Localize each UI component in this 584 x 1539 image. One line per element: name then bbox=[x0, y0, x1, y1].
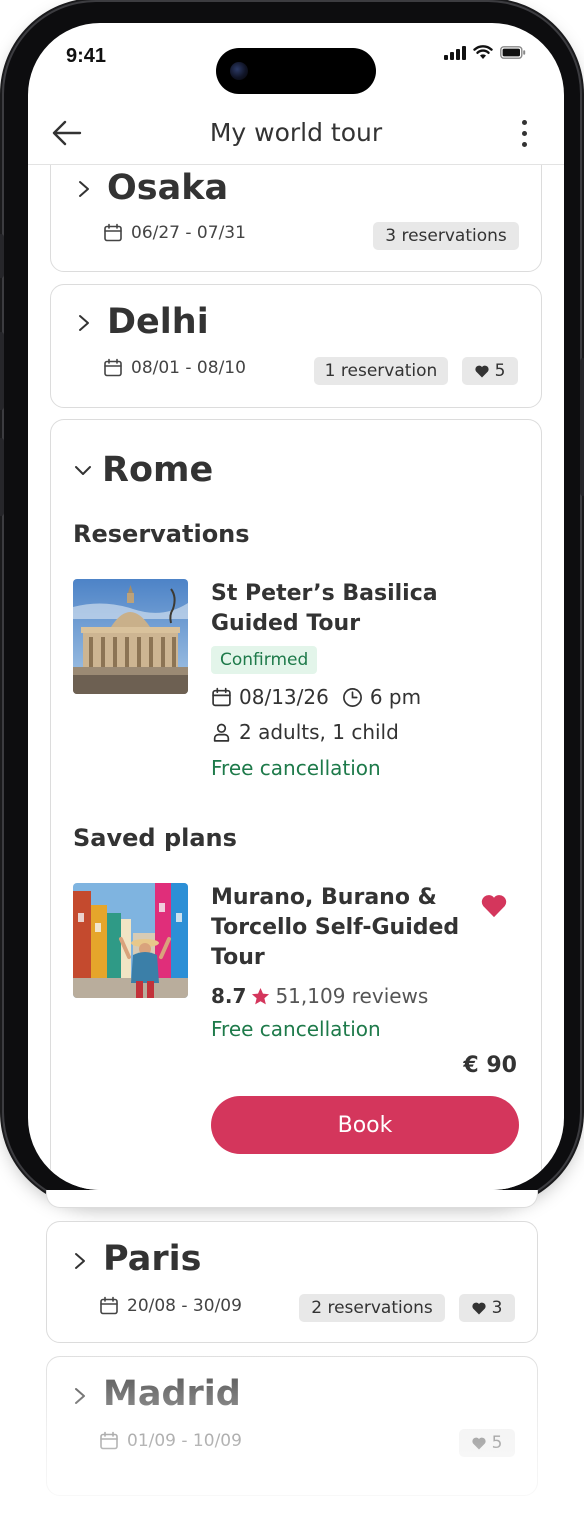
saved-badge: 5 bbox=[462, 357, 518, 385]
city-card-madrid[interactable]: Madrid 01/09 - 10/09 5 bbox=[46, 1356, 538, 1496]
saved-plans-heading: Saved plans bbox=[73, 824, 237, 852]
reservation-time: 6 pm bbox=[369, 685, 422, 709]
city-name[interactable]: Rome bbox=[102, 450, 213, 490]
side-button-volume-down bbox=[0, 438, 4, 516]
dates-text: 08/01 - 08/10 bbox=[131, 358, 246, 378]
city-name: Osaka bbox=[107, 168, 229, 208]
saved-count: 3 bbox=[491, 1298, 503, 1318]
reservation-guests: 2 adults, 1 child bbox=[211, 720, 399, 744]
reservation-title-line2: Guided Tour bbox=[211, 611, 361, 636]
reservations-count: 1 reservation bbox=[324, 361, 438, 381]
city-dates: 06/27 - 07/31 bbox=[103, 223, 246, 243]
app-header: My world tour bbox=[28, 101, 564, 165]
side-button-volume-up bbox=[0, 332, 4, 410]
more-options-button[interactable] bbox=[514, 115, 534, 151]
star-icon bbox=[252, 987, 270, 1004]
reservations-count: 3 reservations bbox=[385, 226, 507, 246]
dates-text: 20/08 - 30/09 bbox=[127, 1296, 242, 1316]
person-icon bbox=[213, 723, 230, 742]
city-dates: 08/01 - 08/10 bbox=[103, 358, 246, 378]
app-screen: 9:41 My world tour Osaka 06/27 - 07/31 3… bbox=[28, 23, 564, 1190]
reservation-title-line1: St Peter’s Basilica bbox=[211, 581, 438, 606]
city-dates: 01/09 - 10/09 bbox=[99, 1431, 242, 1451]
saved-plan-title-line3: Tour bbox=[211, 945, 265, 970]
reservations-heading: Reservations bbox=[73, 520, 250, 548]
cellular-signal-icon bbox=[444, 45, 466, 60]
reservations-badge: 3 reservations bbox=[373, 222, 519, 250]
reviews-count: 51,109 reviews bbox=[275, 984, 429, 1008]
book-button[interactable]: Book bbox=[211, 1096, 519, 1154]
battery-icon bbox=[500, 46, 526, 59]
chevron-right-icon bbox=[75, 1388, 85, 1404]
price: € 90 bbox=[463, 1053, 517, 1078]
reservation-datetime: 08/13/26 6 pm bbox=[211, 685, 421, 709]
rating-row: 8.7 51,109 reviews bbox=[211, 984, 428, 1008]
city-card-rome: Rome Reservations St Peter’s Basilica Gu… bbox=[50, 419, 542, 1190]
more-vertical-icon bbox=[521, 119, 527, 125]
wifi-icon bbox=[473, 45, 493, 59]
reservation-title[interactable]: St Peter’s Basilica Guided Tour bbox=[211, 579, 438, 639]
burano-image bbox=[73, 883, 188, 998]
city-name: Paris bbox=[103, 1239, 202, 1279]
saved-count: 5 bbox=[491, 1433, 503, 1453]
chevron-right-icon bbox=[79, 181, 89, 197]
side-button-action bbox=[0, 234, 4, 278]
status-badge: Confirmed bbox=[211, 646, 318, 674]
side-button-power bbox=[580, 358, 584, 496]
heart-icon bbox=[471, 1302, 486, 1314]
free-cancellation-text: Free cancellation bbox=[211, 756, 381, 780]
calendar-icon bbox=[104, 223, 122, 242]
heart-icon bbox=[474, 365, 489, 377]
dates-text: 01/09 - 10/09 bbox=[127, 1431, 242, 1451]
calendar-icon bbox=[100, 1296, 118, 1315]
free-cancellation-text: Free cancellation bbox=[211, 1017, 381, 1041]
saved-plan-title-line1: Murano, Burano & bbox=[211, 885, 437, 910]
status-time: 9:41 bbox=[66, 45, 107, 67]
reservation-date: 08/13/26 bbox=[239, 685, 329, 709]
reservations-count: 2 reservations bbox=[311, 1298, 433, 1318]
heart-icon bbox=[481, 895, 507, 918]
calendar-icon bbox=[100, 1431, 118, 1450]
saved-count: 5 bbox=[494, 361, 506, 381]
basilica-image bbox=[73, 579, 188, 694]
arrow-left-icon bbox=[52, 120, 82, 146]
city-dates: 20/08 - 30/09 bbox=[99, 1296, 242, 1316]
saved-plan-title[interactable]: Murano, Burano & Torcello Self-Guided To… bbox=[211, 883, 459, 973]
guests-text: 2 adults, 1 child bbox=[239, 720, 399, 744]
status-icons bbox=[444, 45, 526, 60]
dates-text: 06/27 - 07/31 bbox=[131, 223, 246, 243]
city-card-delhi[interactable]: Delhi 08/01 - 08/10 1 reservation 5 bbox=[50, 284, 542, 408]
city-name: Madrid bbox=[103, 1374, 241, 1414]
chevron-down-icon[interactable] bbox=[74, 462, 92, 480]
saved-badge: 5 bbox=[459, 1429, 515, 1457]
city-card-paris[interactable]: Paris 20/08 - 30/09 2 reservations 3 bbox=[46, 1221, 538, 1343]
chevron-right-icon bbox=[79, 315, 89, 331]
calendar-icon bbox=[104, 358, 122, 377]
city-name: Delhi bbox=[107, 302, 209, 342]
dynamic-island bbox=[216, 48, 376, 94]
rating-value: 8.7 bbox=[211, 984, 247, 1008]
heart-icon bbox=[471, 1437, 486, 1449]
camera-icon bbox=[230, 62, 248, 80]
rome-card-overflow bbox=[46, 1190, 538, 1208]
calendar-icon bbox=[212, 687, 231, 706]
reservations-badge: 1 reservation bbox=[314, 357, 448, 385]
favorite-button[interactable] bbox=[481, 894, 509, 920]
page-title: My world tour bbox=[209, 118, 383, 147]
reservation-thumbnail[interactable] bbox=[73, 579, 188, 694]
saved-plan-title-line2: Torcello Self-Guided bbox=[211, 915, 460, 940]
clock-icon bbox=[342, 687, 362, 707]
saved-plan-thumbnail[interactable] bbox=[73, 883, 188, 998]
phone-frame: 9:41 My world tour Osaka 06/27 - 07/31 3… bbox=[0, 2, 584, 1204]
reservations-badge: 2 reservations bbox=[299, 1294, 445, 1322]
back-button[interactable] bbox=[50, 116, 84, 150]
saved-badge: 3 bbox=[459, 1294, 515, 1322]
chevron-right-icon bbox=[75, 1253, 85, 1269]
